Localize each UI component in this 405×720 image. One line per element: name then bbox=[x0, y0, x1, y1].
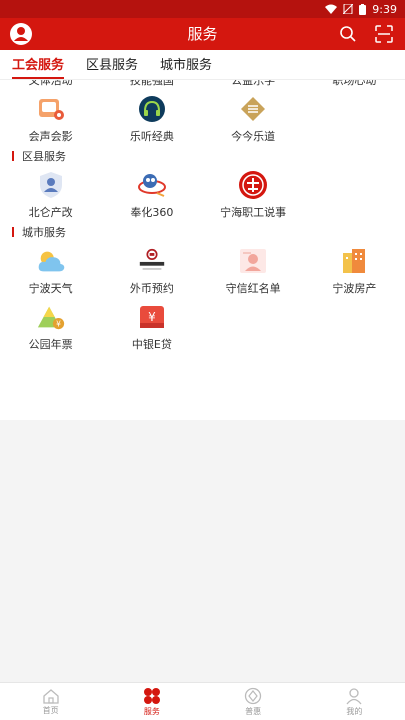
service-item[interactable]: 宁波房产 bbox=[304, 242, 405, 298]
nav-home[interactable]: 首页 bbox=[0, 683, 101, 720]
search-icon bbox=[340, 26, 356, 42]
service-item-label[interactable]: 技能强国 bbox=[101, 80, 202, 90]
service-item[interactable]: 奉化360 bbox=[101, 166, 202, 222]
profile-icon bbox=[346, 687, 362, 704]
service-item[interactable]: 外币预约 bbox=[101, 242, 202, 298]
book-icon bbox=[238, 94, 268, 124]
fenghua-360-icon bbox=[137, 170, 167, 200]
nav-label: 我的 bbox=[346, 706, 363, 716]
section-title: 城市服务 bbox=[22, 226, 66, 239]
county-services-grid: 北仑产改 奉化360 宁海职工说事 bbox=[0, 166, 405, 222]
nav-services[interactable]: 服务 bbox=[101, 683, 202, 720]
service-item-label[interactable]: 职场心动 bbox=[304, 80, 405, 90]
headphones-icon bbox=[137, 94, 167, 124]
nav-label: 首页 bbox=[42, 705, 59, 715]
nav-label: 普惠 bbox=[245, 706, 262, 716]
wifi-icon bbox=[325, 4, 338, 14]
status-time: 9:39 bbox=[372, 2, 397, 16]
section-marker bbox=[12, 151, 14, 161]
scan-button[interactable] bbox=[371, 21, 397, 47]
section-header-city: 城市服务 bbox=[0, 222, 405, 242]
service-label: 宁波天气 bbox=[28, 282, 73, 295]
service-label: 乐听经典 bbox=[129, 130, 174, 143]
scan-icon bbox=[375, 25, 393, 43]
service-item[interactable]: 乐听经典 bbox=[101, 90, 202, 146]
weather-icon bbox=[36, 246, 66, 276]
app-bar: 服务 bbox=[0, 18, 405, 50]
tab-union-services[interactable]: 工会服务 bbox=[12, 54, 65, 79]
service-label: 公园年票 bbox=[28, 338, 73, 351]
search-button[interactable] bbox=[335, 21, 361, 47]
benefits-icon bbox=[244, 687, 262, 704]
loan-icon: ¥ bbox=[137, 302, 167, 332]
empty-area bbox=[0, 420, 405, 685]
bottom-nav: 首页 服务 普惠 我的 bbox=[0, 682, 405, 720]
svg-text:¥: ¥ bbox=[148, 310, 156, 324]
park-ticket-icon: ¥ bbox=[36, 302, 66, 332]
user-icon bbox=[10, 23, 32, 45]
status-bar: 9:39 bbox=[0, 0, 405, 18]
scrolled-row: 文体活动 技能强国 公益乐学 职场心动 bbox=[0, 80, 405, 90]
tab-city-services[interactable]: 城市服务 bbox=[160, 54, 212, 79]
service-label: 守信红名单 bbox=[225, 282, 281, 295]
service-tabs: 工会服务 区县服务 城市服务 bbox=[0, 50, 405, 80]
svg-text:¥: ¥ bbox=[56, 319, 61, 328]
nav-profile[interactable]: 我的 bbox=[304, 683, 405, 720]
video-icon bbox=[36, 94, 66, 124]
service-label: 北仑产改 bbox=[28, 206, 73, 219]
tab-county-services[interactable]: 区县服务 bbox=[86, 54, 138, 79]
service-item[interactable]: 会声会影 bbox=[0, 90, 101, 146]
service-item[interactable]: 宁波天气 bbox=[0, 242, 101, 298]
service-item[interactable]: 今今乐道 bbox=[203, 90, 304, 146]
service-item[interactable]: 宁海职工说事 bbox=[203, 166, 304, 222]
service-item-label[interactable]: 公益乐学 bbox=[203, 80, 304, 90]
bank-of-china-icon bbox=[137, 246, 167, 276]
user-avatar-button[interactable] bbox=[8, 21, 34, 47]
city-services-grid: 宁波天气 外币预约 守信红名单 宁波房产 ¥ 公园年票 ¥ 中银E贷 bbox=[0, 242, 405, 354]
section-header-county: 区县服务 bbox=[0, 146, 405, 166]
section-title: 区县服务 bbox=[22, 150, 66, 163]
service-item[interactable]: ¥ 公园年票 bbox=[0, 298, 101, 354]
service-item[interactable]: ¥ 中银E贷 bbox=[101, 298, 202, 354]
service-label: 今今乐道 bbox=[231, 130, 276, 143]
credit-list-icon bbox=[238, 246, 268, 276]
service-label: 外币预约 bbox=[129, 282, 174, 295]
section-marker bbox=[12, 227, 14, 237]
ninghai-logo-icon bbox=[238, 170, 268, 200]
nav-benefits[interactable]: 普惠 bbox=[203, 683, 304, 720]
services-icon bbox=[143, 687, 160, 704]
service-item[interactable]: 北仑产改 bbox=[0, 166, 101, 222]
home-icon bbox=[42, 688, 59, 704]
nav-label: 服务 bbox=[143, 706, 160, 716]
union-services-grid: 会声会影 乐听经典 今今乐道 bbox=[0, 90, 405, 146]
person-shield-icon bbox=[36, 170, 66, 200]
service-item[interactable]: 守信红名单 bbox=[203, 242, 304, 298]
battery-icon bbox=[359, 3, 367, 15]
service-label: 中银E贷 bbox=[131, 338, 172, 351]
service-list: 文体活动 技能强国 公益乐学 职场心动 会声会影 乐听经典 今今乐道 区县服务 bbox=[0, 80, 405, 420]
service-label: 宁波房产 bbox=[332, 282, 377, 295]
no-sim-icon bbox=[343, 4, 354, 14]
service-label: 会声会影 bbox=[28, 130, 73, 143]
service-label: 宁海职工说事 bbox=[220, 206, 287, 219]
buildings-icon bbox=[339, 246, 369, 276]
service-label: 奉化360 bbox=[130, 206, 174, 219]
service-item-label[interactable]: 文体活动 bbox=[0, 80, 101, 90]
